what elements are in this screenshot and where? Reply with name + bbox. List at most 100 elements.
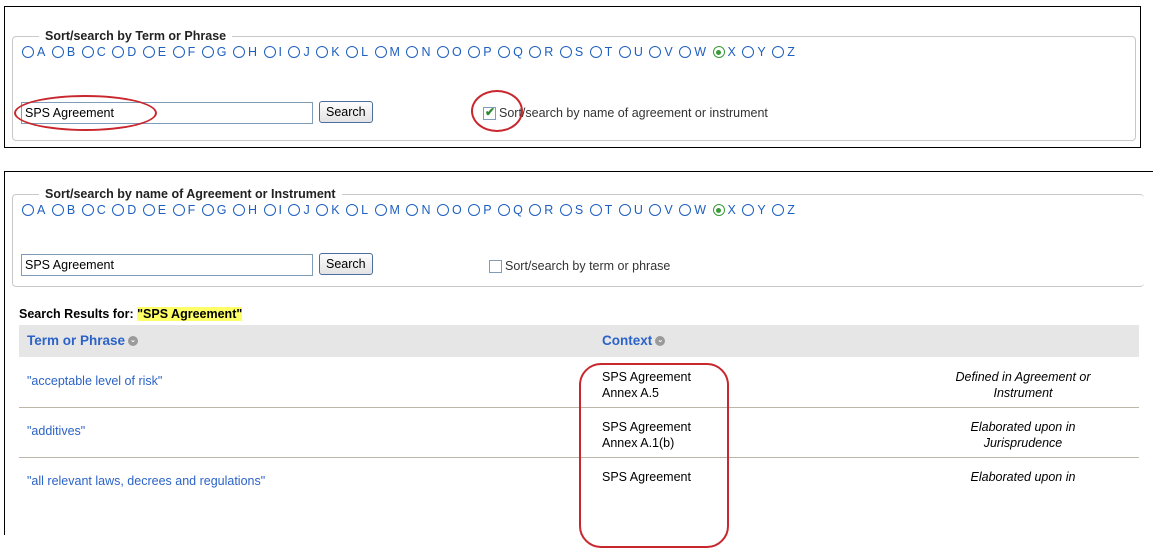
letter-option-c[interactable]: C — [81, 203, 107, 217]
radio-icon[interactable] — [742, 46, 755, 58]
letter-option-e[interactable]: E — [142, 45, 167, 59]
letter-option-n[interactable]: N — [406, 45, 431, 59]
letter-option-u[interactable]: U — [618, 203, 644, 217]
term-link[interactable]: "all relevant laws, decrees and regulati… — [27, 474, 265, 488]
letter-option-a[interactable]: A — [22, 45, 46, 59]
radio-icon[interactable] — [142, 204, 155, 216]
letter-option-e[interactable]: E — [142, 203, 167, 217]
radio-icon[interactable] — [679, 204, 692, 216]
letter-option-r[interactable]: R — [529, 203, 554, 217]
radio-icon[interactable] — [529, 46, 542, 58]
radio-icon[interactable] — [468, 204, 481, 216]
radio-icon[interactable] — [712, 204, 725, 216]
radio-icon[interactable] — [263, 46, 276, 58]
radio-icon[interactable] — [498, 204, 511, 216]
radio-icon[interactable] — [589, 46, 602, 58]
radio-icon[interactable] — [589, 204, 602, 216]
radio-icon[interactable] — [112, 46, 125, 58]
sort-icon[interactable]: ⌄ — [655, 336, 666, 347]
radio-icon[interactable] — [288, 204, 301, 216]
radio-icon[interactable] — [712, 46, 725, 58]
agreement-search-input[interactable] — [21, 254, 313, 276]
sort-icon[interactable]: ⌄ — [128, 336, 139, 347]
radio-icon[interactable] — [316, 204, 329, 216]
letter-option-d[interactable]: D — [112, 203, 137, 217]
radio-icon[interactable] — [346, 46, 359, 58]
letter-option-c[interactable]: C — [81, 45, 107, 59]
letter-option-o[interactable]: O — [436, 203, 462, 217]
radio-icon[interactable] — [374, 204, 387, 216]
radio-icon[interactable] — [498, 46, 511, 58]
radio-icon[interactable] — [22, 204, 34, 216]
col-context-header[interactable]: Context ⌄ — [602, 333, 666, 348]
letter-option-v[interactable]: V — [649, 203, 673, 217]
radio-icon[interactable] — [406, 46, 419, 58]
letter-option-v[interactable]: V — [649, 45, 673, 59]
radio-icon[interactable] — [172, 204, 185, 216]
col-term-header[interactable]: Term or Phrase ⌄ — [27, 333, 139, 348]
radio-icon[interactable] — [618, 46, 631, 58]
radio-icon[interactable] — [468, 46, 481, 58]
letter-option-t[interactable]: T — [589, 45, 613, 59]
letter-option-i[interactable]: I — [263, 203, 283, 217]
radio-icon[interactable] — [201, 46, 214, 58]
letter-option-q[interactable]: Q — [498, 203, 523, 217]
radio-icon[interactable] — [374, 46, 387, 58]
radio-icon[interactable] — [649, 204, 662, 216]
agreement-search-button[interactable]: Search — [319, 253, 373, 275]
radio-icon[interactable] — [172, 46, 185, 58]
radio-icon[interactable] — [112, 204, 125, 216]
term-sort-checkbox[interactable] — [489, 260, 502, 273]
letter-option-s[interactable]: S — [559, 45, 584, 59]
letter-option-z[interactable]: Z — [772, 45, 795, 59]
letter-option-d[interactable]: D — [112, 45, 137, 59]
letter-option-w[interactable]: W — [679, 203, 706, 217]
radio-icon[interactable] — [201, 204, 214, 216]
radio-icon[interactable] — [529, 204, 542, 216]
letter-option-f[interactable]: F — [172, 45, 196, 59]
letter-option-x[interactable]: X — [712, 203, 737, 217]
radio-icon[interactable] — [742, 204, 755, 216]
letter-option-r[interactable]: R — [529, 45, 554, 59]
letter-option-m[interactable]: M — [374, 45, 401, 59]
radio-icon[interactable] — [316, 46, 329, 58]
radio-icon[interactable] — [81, 46, 94, 58]
letter-option-k[interactable]: K — [316, 45, 340, 59]
letter-option-g[interactable]: G — [201, 45, 227, 59]
radio-icon[interactable] — [772, 204, 785, 216]
letter-option-b[interactable]: B — [51, 45, 76, 59]
letter-option-n[interactable]: N — [406, 203, 431, 217]
radio-icon[interactable] — [649, 46, 662, 58]
letter-option-l[interactable]: L — [346, 45, 368, 59]
radio-icon[interactable] — [559, 46, 572, 58]
letter-option-p[interactable]: P — [468, 203, 492, 217]
radio-icon[interactable] — [559, 204, 572, 216]
letter-option-w[interactable]: W — [679, 45, 706, 59]
letter-option-q[interactable]: Q — [498, 45, 523, 59]
radio-icon[interactable] — [436, 204, 449, 216]
radio-icon[interactable] — [81, 204, 94, 216]
letter-option-o[interactable]: O — [436, 45, 462, 59]
term-link[interactable]: "acceptable level of risk" — [27, 374, 162, 388]
radio-icon[interactable] — [288, 46, 301, 58]
radio-icon[interactable] — [772, 46, 785, 58]
letter-option-y[interactable]: Y — [742, 203, 766, 217]
radio-icon[interactable] — [22, 46, 34, 58]
letter-option-l[interactable]: L — [346, 203, 368, 217]
letter-option-u[interactable]: U — [618, 45, 644, 59]
radio-icon[interactable] — [406, 204, 419, 216]
letter-option-h[interactable]: H — [232, 45, 258, 59]
letter-option-f[interactable]: F — [172, 203, 196, 217]
radio-icon[interactable] — [436, 46, 449, 58]
radio-icon[interactable] — [51, 204, 64, 216]
letter-option-p[interactable]: P — [468, 45, 492, 59]
letter-option-s[interactable]: S — [559, 203, 584, 217]
letter-option-g[interactable]: G — [201, 203, 227, 217]
letter-option-t[interactable]: T — [589, 203, 613, 217]
radio-icon[interactable] — [232, 204, 245, 216]
term-search-button[interactable]: Search — [319, 101, 373, 123]
radio-icon[interactable] — [142, 46, 155, 58]
letter-option-j[interactable]: J — [288, 45, 310, 59]
radio-icon[interactable] — [232, 46, 245, 58]
term-link[interactable]: "additives" — [27, 424, 85, 438]
